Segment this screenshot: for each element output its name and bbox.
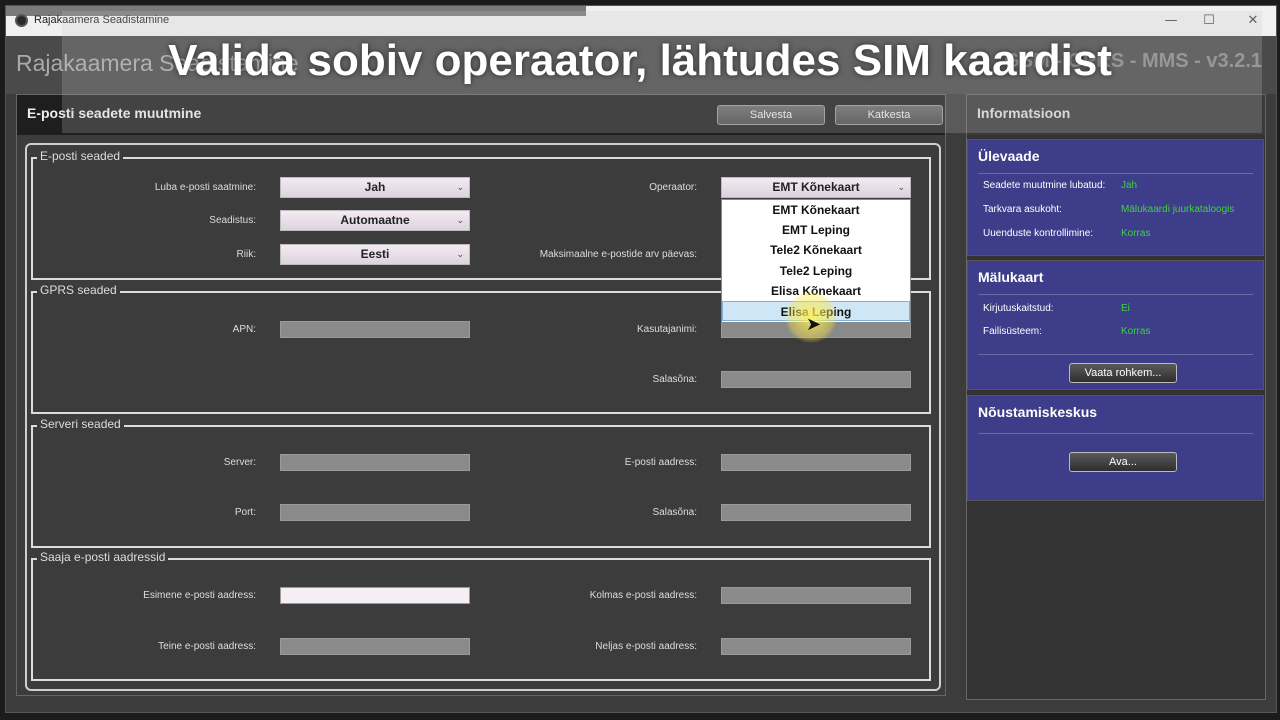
server-label: Server: [223,457,256,468]
overview-heading: Ülevaade [978,148,1040,164]
operator-option[interactable]: Tele2 Kõnekaart [722,240,910,260]
apn-label: APN: [232,324,256,335]
server-email-field[interactable] [721,454,911,471]
memory-card-heading: Mälukaart [978,269,1044,285]
info-label: Uuenduste kontrollimine: [983,228,1094,239]
operator-option[interactable]: EMT Leping [722,220,910,240]
server-settings-group: Serveri seaded [31,417,931,548]
second-email-field[interactable] [280,638,470,655]
country-select[interactable]: Eesti ⌄ [280,244,470,265]
email-settings-legend: E-posti seaded [37,149,124,163]
operator-option[interactable]: Tele2 Leping [722,261,910,281]
info-value: Korras [1121,228,1151,239]
setup-value: Automaatne [340,213,410,227]
setup-label: Seadistus: [209,215,256,226]
recipients-legend: Saaja e-posti aadressid [37,550,169,564]
view-more-button[interactable]: Vaata rohkem... [1069,363,1177,383]
max-emails-label: Maksimaalne e-postide arv päevas: [539,249,697,260]
chevron-down-icon: ⌄ [897,182,905,192]
enable-email-select[interactable]: Jah ⌄ [280,177,470,198]
open-button[interactable]: Ava... [1069,452,1177,472]
support-section: Nõustamiskeskus Ava... [967,395,1264,501]
gprs-username-label: Kasutajanimi: [636,324,697,335]
apn-field[interactable] [280,321,470,338]
info-label: Failisüsteem: [983,326,1042,337]
enable-email-value: Jah [364,180,386,194]
info-label: Tarkvara asukoht: [983,204,1062,215]
info-value: Ei [1121,303,1130,314]
first-email-label: Esimene e-posti aadress: [143,590,256,601]
enable-email-label: Luba e-posti saatmine: [154,182,256,193]
server-password-field[interactable] [721,504,911,521]
fourth-email-field[interactable] [721,638,911,655]
fourth-email-label: Neljas e-posti aadress: [595,641,697,652]
divider [978,294,1253,295]
info-label: Seadete muutmine lubatud: [983,180,1106,191]
country-value: Eesti [360,247,390,261]
info-value: Mälukaardi juurkataloogis [1121,204,1235,215]
operator-label: Operaator: [649,182,697,193]
third-email-label: Kolmas e-posti aadress: [589,590,697,601]
divider [978,173,1253,174]
third-email-field[interactable] [721,587,911,604]
mouse-cursor-icon: ➤ [806,314,822,335]
divider [978,433,1253,434]
country-label: Riik: [236,249,256,260]
gprs-password-field[interactable] [721,371,911,388]
server-field[interactable] [280,454,470,471]
port-label: Port: [234,507,256,518]
first-email-field[interactable] [280,587,470,604]
server-password-label: Salasõna: [652,507,697,518]
video-caption: Valida sobiv operaator, lähtudes SIM kaa… [168,36,1112,85]
gprs-settings-legend: GPRS seaded [37,283,120,297]
setup-select[interactable]: Automaatne ⌄ [280,210,470,231]
divider [978,354,1253,355]
server-settings-legend: Serveri seaded [37,417,124,431]
info-label: Kirjutuskaitstud: [983,303,1054,314]
chevron-down-icon: ⌄ [456,215,464,225]
info-value: Jah [1121,180,1138,191]
camera-icon [15,14,28,27]
gprs-password-label: Salasõna: [652,374,697,385]
support-heading: Nõustamiskeskus [978,404,1098,420]
operator-select[interactable]: EMT Kõnekaart ⌄ [721,177,911,198]
port-field[interactable] [280,504,470,521]
server-email-label: E-posti aadress: [624,457,697,468]
info-value: Korras [1121,326,1151,337]
operator-value: EMT Kõnekaart [772,180,860,194]
second-email-label: Teine e-posti aadress: [158,641,256,652]
recipients-group: Saaja e-posti aadressid [31,550,931,681]
operator-option[interactable]: EMT Kõnekaart [722,200,910,220]
memory-card-section: Mälukaart Kirjutuskaitstud: Ei Failisüst… [967,260,1264,390]
overview-section: Ülevaade Seadete muutmine lubatud: Jah T… [967,139,1264,256]
